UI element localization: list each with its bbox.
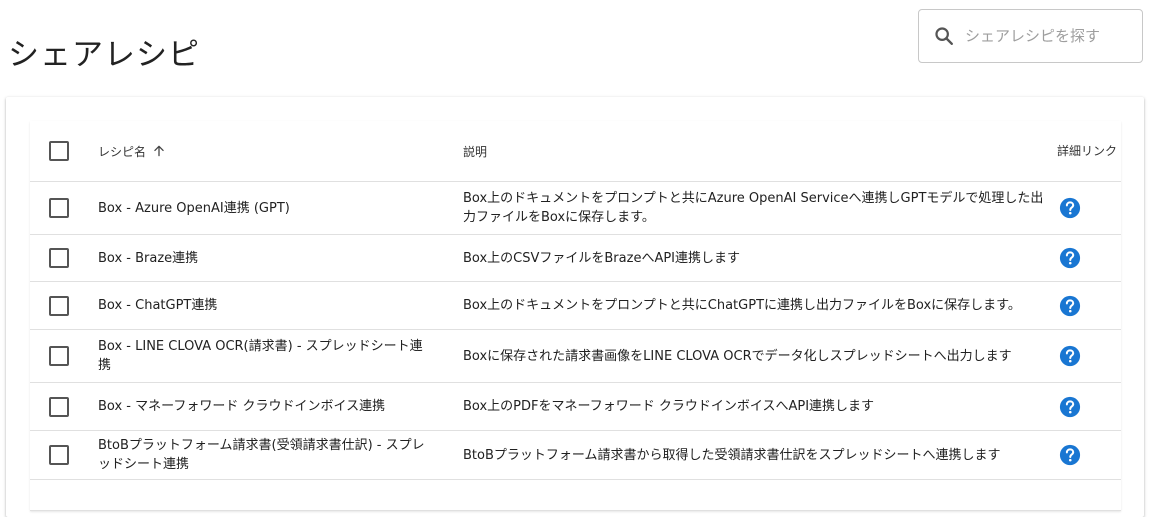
- header-detail-link-label: 詳細リンク: [1057, 144, 1118, 158]
- row-checkbox-cell: [30, 329, 98, 383]
- search-input[interactable]: [965, 27, 1125, 45]
- recipe-description: Box上のドキュメントをプロンプトと共にChatGPTに連携し出力ファイルをBo…: [463, 281, 1055, 330]
- detail-link-cell: [1055, 430, 1121, 480]
- recipe-table: レシピ名 説明 詳細リンク Box - Azure OpenAI連携 (GPT): [30, 121, 1121, 511]
- help-circle-icon[interactable]: [1059, 295, 1081, 317]
- detail-link-cell: [1055, 382, 1121, 431]
- header-recipe-name-label: レシピ名: [98, 144, 147, 159]
- recipe-name: Box - LINE CLOVA OCR(請求書) - スプレッドシート連携: [98, 329, 463, 383]
- help-circle-icon[interactable]: [1059, 444, 1081, 466]
- detail-link-cell: [1055, 181, 1121, 235]
- row-checkbox[interactable]: [49, 198, 69, 218]
- row-checkbox[interactable]: [49, 346, 69, 366]
- table-row[interactable]: BtoBプラットフォーム請求書(受領請求書仕訳) - スプレッドシート連携 Bt…: [30, 430, 1121, 480]
- recipe-name: BtoBプラットフォーム請求書(受領請求書仕訳) - スプレッドシート連携: [98, 430, 463, 480]
- detail-link-cell: [1055, 329, 1121, 383]
- row-checkbox[interactable]: [49, 396, 69, 417]
- table-header-row: レシピ名 説明 詳細リンク: [30, 121, 1121, 182]
- row-checkbox-cell: [30, 430, 98, 480]
- row-checkbox[interactable]: [49, 295, 69, 316]
- detail-link-cell: [1055, 281, 1121, 330]
- recipe-description: Box上のドキュメントをプロンプトと共にAzure OpenAI Service…: [463, 181, 1055, 235]
- help-circle-icon[interactable]: [1059, 197, 1081, 219]
- table-row-partial: [30, 479, 1121, 511]
- table-row[interactable]: Box - マネーフォワード クラウドインボイス連携 Box上のPDFをマネーフ…: [30, 382, 1121, 431]
- header-description: 説明: [463, 121, 1055, 182]
- sort-by-name-button[interactable]: レシピ名: [98, 143, 166, 160]
- recipe-name: Box - ChatGPT連携: [98, 281, 463, 330]
- recipe-description: Box上のPDFをマネーフォワード クラウドインボイスへAPI連携します: [463, 382, 1055, 431]
- recipe-description: Boxに保存された請求書画像をLINE CLOVA OCRでデータ化しスプレッド…: [463, 329, 1055, 383]
- search-box[interactable]: [918, 9, 1143, 63]
- header-recipe-name[interactable]: レシピ名: [98, 121, 463, 182]
- row-checkbox-cell: [30, 382, 98, 431]
- recipe-description: Box上のCSVファイルをBrazeへAPI連携します: [463, 234, 1055, 282]
- table-row[interactable]: Box - ChatGPT連携 Box上のドキュメントをプロンプトと共にChat…: [30, 281, 1121, 330]
- search-icon: [935, 27, 953, 45]
- help-circle-icon[interactable]: [1059, 345, 1081, 367]
- row-checkbox-cell: [30, 181, 98, 235]
- header-detail-link: 詳細リンク: [1055, 121, 1121, 182]
- recipe-name: Box - Braze連携: [98, 234, 463, 282]
- page-title: シェアレシピ: [8, 36, 200, 73]
- row-checkbox-cell: [30, 234, 98, 282]
- detail-link-cell: [1055, 234, 1121, 282]
- select-all-checkbox[interactable]: [49, 141, 69, 161]
- recipe-name: Box - Azure OpenAI連携 (GPT): [98, 181, 463, 235]
- recipe-name: Box - マネーフォワード クラウドインボイス連携: [98, 382, 463, 431]
- help-circle-icon[interactable]: [1059, 396, 1081, 418]
- table-row[interactable]: Box - Braze連携 Box上のCSVファイルをBrazeへAPI連携しま…: [30, 234, 1121, 282]
- row-checkbox[interactable]: [49, 248, 69, 268]
- arrow-up-icon: [154, 145, 164, 157]
- recipe-description: BtoBプラットフォーム請求書から取得した受領請求書仕訳をスプレッドシートへ連携…: [463, 430, 1055, 480]
- table-row[interactable]: Box - Azure OpenAI連携 (GPT) Box上のドキュメントをプ…: [30, 181, 1121, 235]
- header-description-label: 説明: [463, 144, 488, 159]
- help-circle-icon[interactable]: [1059, 247, 1081, 269]
- row-checkbox[interactable]: [49, 445, 69, 465]
- row-checkbox-cell: [30, 281, 98, 330]
- header-checkbox-cell: [30, 121, 98, 182]
- table-row[interactable]: Box - LINE CLOVA OCR(請求書) - スプレッドシート連携 B…: [30, 329, 1121, 383]
